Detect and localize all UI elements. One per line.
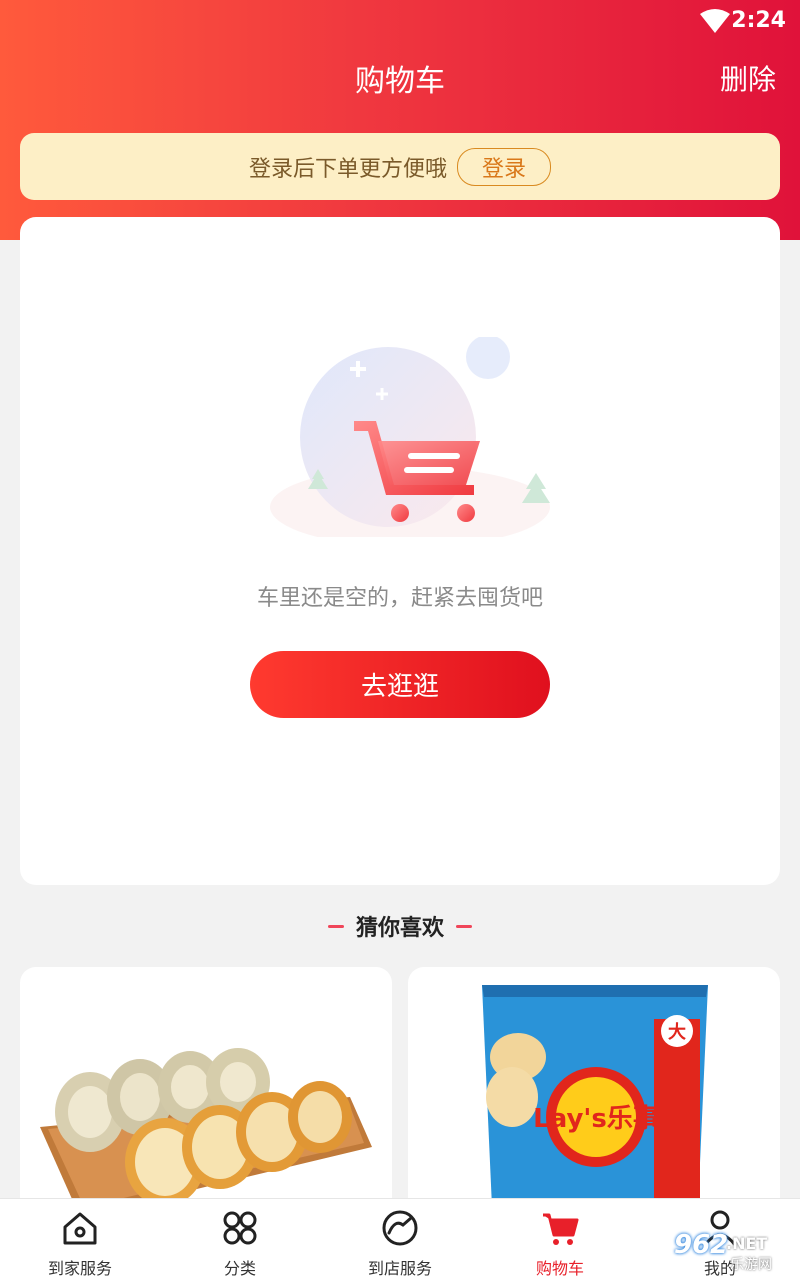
tab-label: 到店服务 [367, 1259, 432, 1278]
recommend-title-text: 猜你喜欢 [355, 916, 444, 941]
login-button[interactable]: 登录 [457, 147, 552, 186]
tab-label: 购物车 [535, 1259, 584, 1278]
watermark-sub: 乐游网 [730, 1257, 772, 1273]
lays-chips-image: Lay's乐事 大 [482, 985, 708, 1207]
tab-store-service[interactable]: 到店服务 [320, 1199, 480, 1280]
watermark-suffix: .NET [726, 1234, 768, 1253]
title-dash-left [327, 924, 344, 928]
delete-button[interactable]: 删除 [720, 58, 776, 98]
watermark-number: 962 [674, 1230, 729, 1260]
lays-logo-text: Lay's乐事 [533, 1104, 659, 1134]
title-dash-right [456, 924, 472, 928]
empty-cart-message: 车里还是空的，赶紧去囤货吧 [256, 586, 543, 611]
login-banner: 登录后下单更方便哦 登录 [20, 133, 780, 200]
product-card-swiss-roll[interactable] [20, 967, 392, 1227]
cart-icon [543, 1213, 579, 1245]
tab-label: 分类 [223, 1259, 256, 1278]
status-time: 2:24 [731, 8, 786, 33]
swiss-roll-image [40, 1048, 372, 1217]
empty-cart-card: 车里还是空的，赶紧去囤货吧 去逛逛 [20, 217, 780, 885]
home-icon [63, 1212, 97, 1245]
tab-home-service[interactable]: 到家服务 [0, 1199, 160, 1280]
page-title: 购物车 [355, 64, 445, 99]
product-card-lays[interactable]: Lay's乐事 大 [408, 967, 780, 1227]
empty-cart-illustration [270, 337, 550, 537]
status-bar: 2:24 [0, 0, 800, 44]
store-service-icon [382, 1210, 418, 1246]
go-shopping-button[interactable]: 去逛逛 [250, 651, 550, 718]
wifi-icon [700, 9, 730, 33]
recommend-title: 猜你喜欢 [0, 910, 800, 942]
svg-text:大: 大 [668, 1021, 686, 1043]
watermark: 962 .NET 乐游网 [666, 1230, 794, 1274]
category-icon [223, 1211, 257, 1245]
tab-label: 到家服务 [47, 1259, 112, 1278]
tab-cart[interactable]: 购物车 [480, 1199, 640, 1280]
tab-category[interactable]: 分类 [160, 1199, 320, 1280]
login-tip: 登录后下单更方便哦 [248, 156, 447, 182]
